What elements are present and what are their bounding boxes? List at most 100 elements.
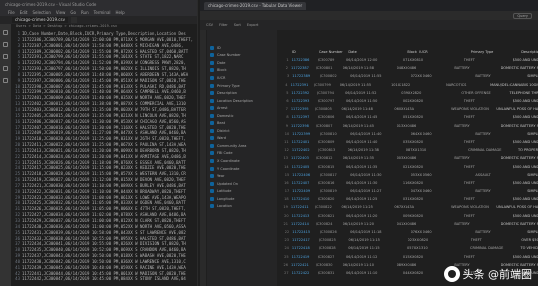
debug-icon[interactable] bbox=[3, 66, 8, 71]
column-toggle[interactable]: FBI Code bbox=[207, 150, 277, 158]
table-row[interactable]: 511722392 JC300794 06/14/2019 11:52 039XX W… bbox=[278, 89, 538, 97]
column-toggle[interactable]: Community Area bbox=[207, 142, 277, 150]
checkbox[interactable] bbox=[210, 151, 214, 156]
search-icon[interactable] bbox=[3, 42, 8, 47]
checkbox[interactable] bbox=[210, 181, 214, 186]
table-row[interactable]: 911722398 JC300807 06/14/2019 11:45 013XX S… bbox=[278, 122, 538, 130]
column-header[interactable]: Primary Type bbox=[471, 50, 522, 54]
column-toggle[interactable]: Domestic bbox=[207, 112, 277, 120]
column-toggle[interactable]: Year bbox=[207, 172, 277, 180]
checkbox[interactable] bbox=[210, 68, 214, 73]
checkbox[interactable] bbox=[210, 204, 214, 209]
table-row[interactable]: 15 11722406 JC300817 06/14/2019 11:30 053XX … bbox=[278, 171, 538, 179]
checkbox[interactable] bbox=[210, 121, 214, 126]
table-row[interactable]: 25 11722419 JC300827 06/14/2019 11:12 015XX … bbox=[278, 253, 538, 261]
column-toggle[interactable]: Date bbox=[207, 59, 277, 67]
table-row[interactable]: 811722397 JC300806 06/14/2019 11:45 051XX W… bbox=[278, 113, 538, 121]
column-header[interactable]: Block bbox=[407, 50, 419, 54]
table-row[interactable]: 23 11722417 JC300825 06/14/2019 11:15 023XX … bbox=[278, 236, 538, 244]
column-toggle[interactable]: Updated On bbox=[207, 180, 277, 188]
checkbox[interactable] bbox=[210, 60, 214, 65]
checkbox[interactable] bbox=[210, 106, 214, 111]
table-row[interactable]: 711722395 JC300805 06/14/2019 11:48 060XX S… bbox=[278, 105, 538, 113]
column-toggle[interactable]: Latitude bbox=[207, 187, 277, 195]
table-row[interactable]: 16 11722407 JC300816 06/14/2019 11:30 116XX … bbox=[278, 179, 538, 187]
table-row[interactable]: 611722393 JC300797 06/14/2019 11:50 002XX E… bbox=[278, 97, 538, 105]
menu-item[interactable]: Terminal bbox=[94, 10, 111, 15]
table-row[interactable]: 17 11722409 JC300819 06/14/2019 11:27 047XX … bbox=[278, 187, 538, 195]
source-control-icon[interactable] bbox=[3, 54, 8, 59]
breadcrumb[interactable]: Users > Data > Desktop > chicago-crimes-… bbox=[12, 24, 197, 29]
column-toggle[interactable]: Ward bbox=[207, 135, 277, 143]
column-header[interactable]: IUCR bbox=[419, 50, 470, 54]
editor-tab[interactable] bbox=[70, 17, 77, 23]
checkbox[interactable] bbox=[210, 128, 214, 133]
checkbox[interactable] bbox=[210, 53, 214, 58]
menu-item[interactable]: Selection bbox=[32, 10, 50, 15]
table-row[interactable]: 12 11722402 JC300813 06/14/2019 11:38 087XX … bbox=[278, 146, 538, 154]
editor-tab[interactable]: chicago-crimes-2019.csv bbox=[12, 17, 68, 23]
subtoolbar-item[interactable]: CSV bbox=[206, 23, 213, 27]
table-row[interactable]: 19 11722411 JC300822 06/14/2019 11:25 067XX … bbox=[278, 203, 538, 211]
column-toggle[interactable]: ID bbox=[207, 44, 277, 52]
explorer-icon[interactable] bbox=[3, 30, 8, 35]
checkbox[interactable] bbox=[210, 158, 214, 163]
subtoolbar-item[interactable]: Sort bbox=[234, 23, 241, 27]
table-row[interactable]: 311722389 JC300802 06/14/2019 11:55 072XX S… bbox=[278, 72, 538, 80]
checkbox[interactable] bbox=[210, 83, 214, 88]
menu-item[interactable]: Go bbox=[70, 10, 76, 15]
checkbox[interactable] bbox=[210, 98, 214, 103]
column-header[interactable]: Case Number bbox=[319, 50, 349, 54]
data-table[interactable]: ID Case Number Date Block IUCR Primary Type De… bbox=[278, 48, 538, 276]
column-toggle[interactable]: Y Coordinate bbox=[207, 165, 277, 173]
table-row[interactable]: 11 11722401 JC300809 06/14/2019 11:40 035XX … bbox=[278, 138, 538, 146]
column-header[interactable]: ID bbox=[292, 50, 319, 54]
menu-item[interactable]: Help bbox=[116, 10, 125, 15]
menu-item[interactable]: View bbox=[56, 10, 66, 15]
table-row[interactable]: 20 11722413 JC300821 06/14/2019 11:20 009XX … bbox=[278, 212, 538, 220]
checkbox[interactable] bbox=[210, 113, 214, 118]
checkbox[interactable] bbox=[210, 166, 214, 171]
table-row[interactable]: 211722387 JC300801 06/14/2019 11:58 048XX S… bbox=[278, 64, 538, 72]
column-toggle[interactable]: Primary Type bbox=[207, 82, 277, 90]
menu-item[interactable]: Edit bbox=[20, 10, 28, 15]
table-row[interactable]: 14 11722405 JC300815 06/14/2019 11:35 021XX … bbox=[278, 162, 538, 170]
column-toggle[interactable]: Arrest bbox=[207, 104, 277, 112]
column-toggle[interactable]: IUCR bbox=[207, 74, 277, 82]
column-toggle[interactable]: Block bbox=[207, 67, 277, 75]
checkbox[interactable] bbox=[210, 143, 214, 148]
subtoolbar-item[interactable]: Export bbox=[247, 23, 258, 27]
checkbox[interactable] bbox=[210, 91, 214, 96]
checkbox[interactable] bbox=[210, 196, 214, 201]
table-row[interactable]: 10 11722399 JC300810 06/14/2019 11:40 064XX … bbox=[278, 130, 538, 138]
menu-item[interactable]: Run bbox=[81, 10, 89, 15]
checkbox[interactable] bbox=[210, 189, 214, 194]
column-toggle[interactable]: District bbox=[207, 127, 277, 135]
menu-item[interactable]: File bbox=[8, 10, 15, 15]
column-toggle[interactable]: Location bbox=[207, 202, 277, 210]
checkbox[interactable] bbox=[210, 45, 214, 50]
column-toggle[interactable]: Beat bbox=[207, 119, 277, 127]
column-header[interactable]: Date bbox=[348, 50, 407, 54]
checkbox[interactable] bbox=[210, 136, 214, 141]
table-row[interactable]: 411722391 JC300799 06/14/2019 11:55 101XX S… bbox=[278, 81, 538, 89]
column-toggle[interactable]: Case Number bbox=[207, 52, 277, 60]
column-header[interactable]: Description bbox=[521, 50, 538, 54]
column-toggle[interactable]: Longitude bbox=[207, 195, 277, 203]
table-row[interactable]: 24 11722418 JC300828 06/14/2019 11:15 057XX … bbox=[278, 244, 538, 252]
table-row[interactable]: 13 11722403 JC300812 06/14/2019 11:35 003XX … bbox=[278, 154, 538, 162]
table-row[interactable]: 22 11722415 JC300826 06/14/2019 11:18 076XX … bbox=[278, 228, 538, 236]
table-row[interactable]: 18 11722410 JC300820 06/14/2019 11:25 031XX … bbox=[278, 195, 538, 203]
checkbox[interactable] bbox=[210, 174, 214, 179]
table-row[interactable]: 21 11722414 JC300824 06/14/2019 11:20 041XX … bbox=[278, 220, 538, 228]
extensions-icon[interactable] bbox=[3, 78, 8, 83]
subtoolbar-item[interactable]: Filter bbox=[219, 23, 228, 27]
column-toggle[interactable]: Location Description bbox=[207, 97, 277, 105]
column-toggle[interactable]: X Coordinate bbox=[207, 157, 277, 165]
table-row[interactable]: 111722386 JC300789 06/14/2019 12:00 071XX S… bbox=[278, 56, 538, 64]
query-button[interactable]: Query bbox=[513, 12, 532, 19]
checkbox[interactable] bbox=[210, 75, 214, 80]
column-toggle[interactable]: Description bbox=[207, 89, 277, 97]
browser-tab[interactable]: chicago-crimes-2019.csv - Tabular Data V… bbox=[204, 1, 307, 10]
code-editor[interactable]: 1 ID,Case Number,Date,Block,IUCR,Primary … bbox=[12, 31, 197, 286]
